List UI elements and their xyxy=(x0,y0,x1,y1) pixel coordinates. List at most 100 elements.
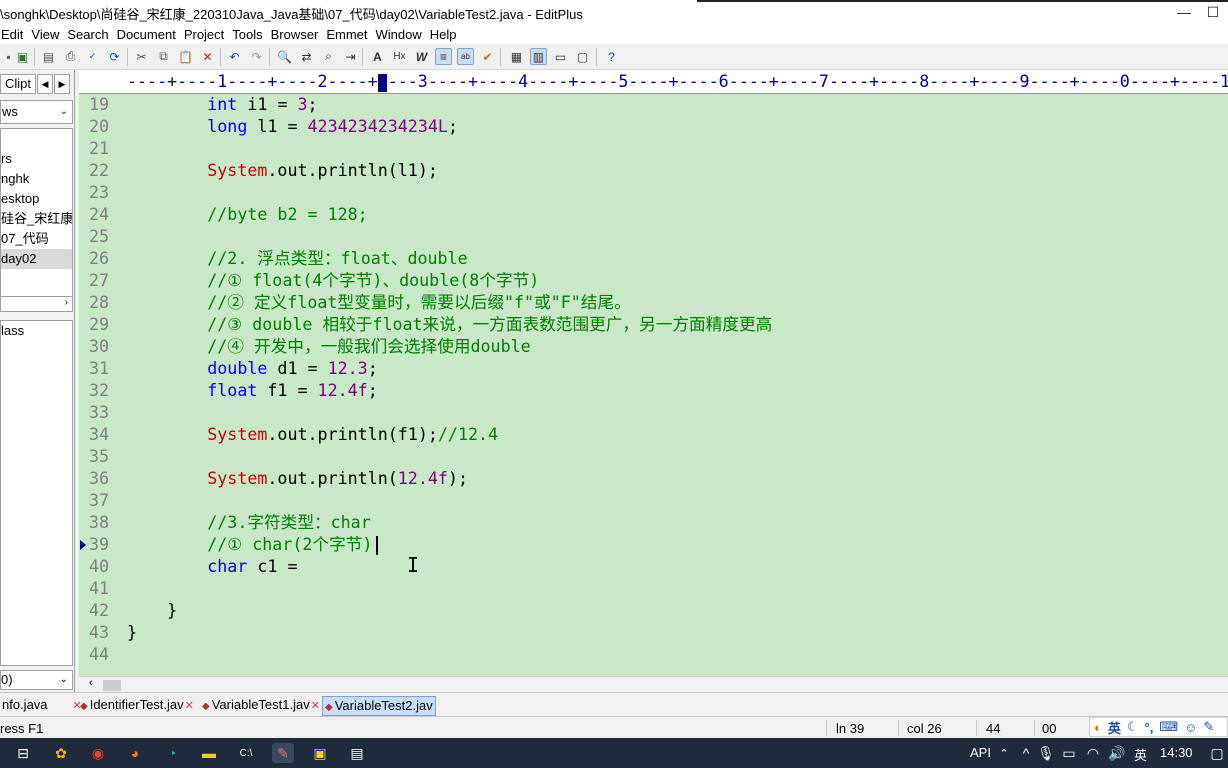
code-line[interactable]: 37 xyxy=(79,490,1228,512)
notes-icon[interactable]: ▣ xyxy=(309,743,331,763)
menu-emmet[interactable]: Emmet xyxy=(325,27,367,42)
print-icon[interactable]: ⎙ xyxy=(62,48,79,65)
terminal-icon[interactable]: C:\ xyxy=(235,743,257,763)
output-window-icon[interactable]: ▭ xyxy=(552,48,569,65)
drive-select[interactable]: ws ⌄ xyxy=(0,100,73,124)
editplus-icon[interactable]: ✎ xyxy=(272,743,294,763)
code-line[interactable]: 27 //① float(4个字节)、double(8个字节) xyxy=(79,270,1228,292)
code-line[interactable]: 19 int i1 = 3; xyxy=(79,94,1228,116)
spellcheck-icon[interactable]: ✓ xyxy=(84,48,101,65)
cliptext-icon[interactable]: ▦ xyxy=(508,48,525,65)
tab-scroll-left-button[interactable]: ◀ xyxy=(37,74,53,94)
code-line[interactable]: 44 xyxy=(79,644,1228,666)
code-line[interactable]: 28 //② 定义float型变量时，需要以后缀"f"或"F"结尾。 xyxy=(79,292,1228,314)
code-editor[interactable]: ----+----1----+----2----+----3----+----4… xyxy=(79,70,1228,692)
user-icon[interactable]: ☺ xyxy=(1184,720,1197,735)
folder-item[interactable]: esktop xyxy=(1,189,72,209)
file-filter-select[interactable]: 0) ⌄ xyxy=(0,670,73,690)
keyboard-icon[interactable]: ⌨ xyxy=(1159,719,1178,735)
directory-icon[interactable]: ▥ xyxy=(530,48,547,65)
folder-item[interactable]: 硅谷_宋红康_ xyxy=(1,209,72,229)
ruler-icon[interactable]: ab xyxy=(457,48,474,65)
save-all-icon[interactable]: ▣ xyxy=(14,48,31,65)
code-line[interactable]: 43} xyxy=(79,622,1228,644)
redo-icon[interactable]: ↷ xyxy=(248,48,265,65)
wrench-icon[interactable]: ✎ xyxy=(1203,719,1214,735)
tab-cliptext[interactable]: Clipt xyxy=(0,74,36,94)
code-line[interactable]: 38 //3.字符类型：char xyxy=(79,512,1228,534)
battery-icon[interactable]: ▭ xyxy=(1058,743,1080,763)
folder-scrollbar[interactable]: › xyxy=(0,296,73,312)
menu-search[interactable]: Search xyxy=(66,27,108,42)
replace-icon[interactable]: ⇄ xyxy=(298,48,315,65)
print-preview-icon[interactable]: ▤ xyxy=(40,48,57,65)
clock[interactable]: 14:30 xyxy=(1160,745,1193,760)
doc-tab[interactable]: nfo.java ✕ xyxy=(0,696,84,716)
code-line[interactable]: 36 System.out.println(12.4f); xyxy=(79,468,1228,490)
goto-line-icon[interactable]: ⇥ xyxy=(342,48,359,65)
code-line[interactable]: 22 System.out.println(l1); xyxy=(79,160,1228,182)
delete-icon[interactable]: ✕ xyxy=(199,48,216,65)
find-icon[interactable]: 🔍 xyxy=(276,48,293,65)
font-icon[interactable]: A xyxy=(369,48,386,65)
check-icon[interactable]: ✔ xyxy=(479,48,496,65)
file-item[interactable]: lass xyxy=(1,323,24,338)
code-area[interactable]: 19 int i1 = 3; 20 long l1 = 4234234234234… xyxy=(79,94,1228,676)
code-line[interactable]: 25 xyxy=(79,226,1228,248)
menu-help[interactable]: Help xyxy=(429,27,457,42)
code-line[interactable]: 42 } xyxy=(79,600,1228,622)
help-icon[interactable]: ? xyxy=(603,48,620,65)
code-line[interactable]: 21 xyxy=(79,138,1228,160)
menu-window[interactable]: Window xyxy=(375,27,422,42)
paste-icon[interactable]: 📋 xyxy=(177,48,194,65)
doc-tab[interactable]: ◆ IdentifierTest.jav✕ xyxy=(78,696,196,716)
code-line[interactable]: 26 //2. 浮点类型：float、double xyxy=(79,248,1228,270)
code-line[interactable]: 29 //③ double 相较于float来说，一方面表数范围更广，另一方面精… xyxy=(79,314,1228,336)
code-line[interactable]: 39 //① char(2个字节) xyxy=(79,534,1228,556)
close-icon[interactable]: ✕ xyxy=(311,700,320,712)
notification-icon[interactable]: ▢ xyxy=(1206,743,1228,763)
menu-browser[interactable]: Browser xyxy=(270,27,319,42)
app-icon[interactable]: ▤ xyxy=(346,743,368,763)
chevron-up-icon[interactable]: ⌃ xyxy=(993,743,1015,763)
edge-icon[interactable]: ◔ xyxy=(161,743,183,763)
microphone-icon[interactable]: 🎙 xyxy=(1035,743,1057,763)
code-line[interactable]: 30 //④ 开发中，一般我们会选择使用double xyxy=(79,336,1228,358)
browser-icon[interactable]: ▢ xyxy=(574,48,591,65)
copy-icon[interactable]: ⧉ xyxy=(155,48,172,65)
hex-icon[interactable]: Hx xyxy=(391,48,408,65)
menu-edit[interactable]: Edit xyxy=(0,27,23,42)
folder-item-selected[interactable]: day02 xyxy=(1,249,72,269)
code-line[interactable]: 24 //byte b2 = 128; xyxy=(79,204,1228,226)
refresh-icon[interactable]: ⟳ xyxy=(106,48,123,65)
tab-scroll-right-button[interactable]: ▶ xyxy=(54,74,70,94)
code-line[interactable]: 33 xyxy=(79,402,1228,424)
input-language[interactable]: 英 xyxy=(1134,745,1147,764)
close-icon[interactable]: ✕ xyxy=(185,700,194,712)
menu-document[interactable]: Document xyxy=(116,27,176,42)
code-line[interactable]: 40 char c1 = I xyxy=(79,554,1228,578)
task-view-icon[interactable]: ⊟ xyxy=(12,743,34,763)
code-line[interactable]: 31 double d1 = 12.3; xyxy=(79,358,1228,380)
punctuation-icon[interactable]: °, xyxy=(1145,720,1154,735)
folder-item[interactable]: nghk xyxy=(1,169,72,189)
google-photos-icon[interactable]: ✿ xyxy=(50,743,72,763)
code-line[interactable]: 35 xyxy=(79,446,1228,468)
editor-horizontal-scrollbar[interactable]: ‹ xyxy=(79,676,1228,692)
doc-tab-active[interactable]: ◆ VariableTest2.jav xyxy=(322,696,436,716)
menu-view[interactable]: View xyxy=(30,27,59,42)
folder-item[interactable]: 07_代码 xyxy=(1,229,72,249)
code-line[interactable]: 32 float f1 = 12.4f; xyxy=(79,380,1228,402)
cut-icon[interactable]: ✂ xyxy=(133,48,150,65)
code-line[interactable]: 34 System.out.println(f1);//12.4 xyxy=(79,424,1228,446)
code-line[interactable]: 20 long l1 = 4234234234234L; xyxy=(79,116,1228,138)
menu-tools[interactable]: Tools xyxy=(231,27,262,42)
wifi-icon[interactable]: ◠ xyxy=(1082,743,1104,763)
line-number-icon[interactable]: ≡ xyxy=(435,48,452,65)
maximize-button[interactable]: ☐ xyxy=(1198,2,1228,22)
code-line[interactable]: 41 xyxy=(79,578,1228,600)
menu-project[interactable]: Project xyxy=(183,27,224,42)
undo-icon[interactable]: ↶ xyxy=(226,48,243,65)
folder-item[interactable]: rs xyxy=(1,149,72,169)
file-explorer-icon[interactable]: ▬ xyxy=(198,743,220,763)
